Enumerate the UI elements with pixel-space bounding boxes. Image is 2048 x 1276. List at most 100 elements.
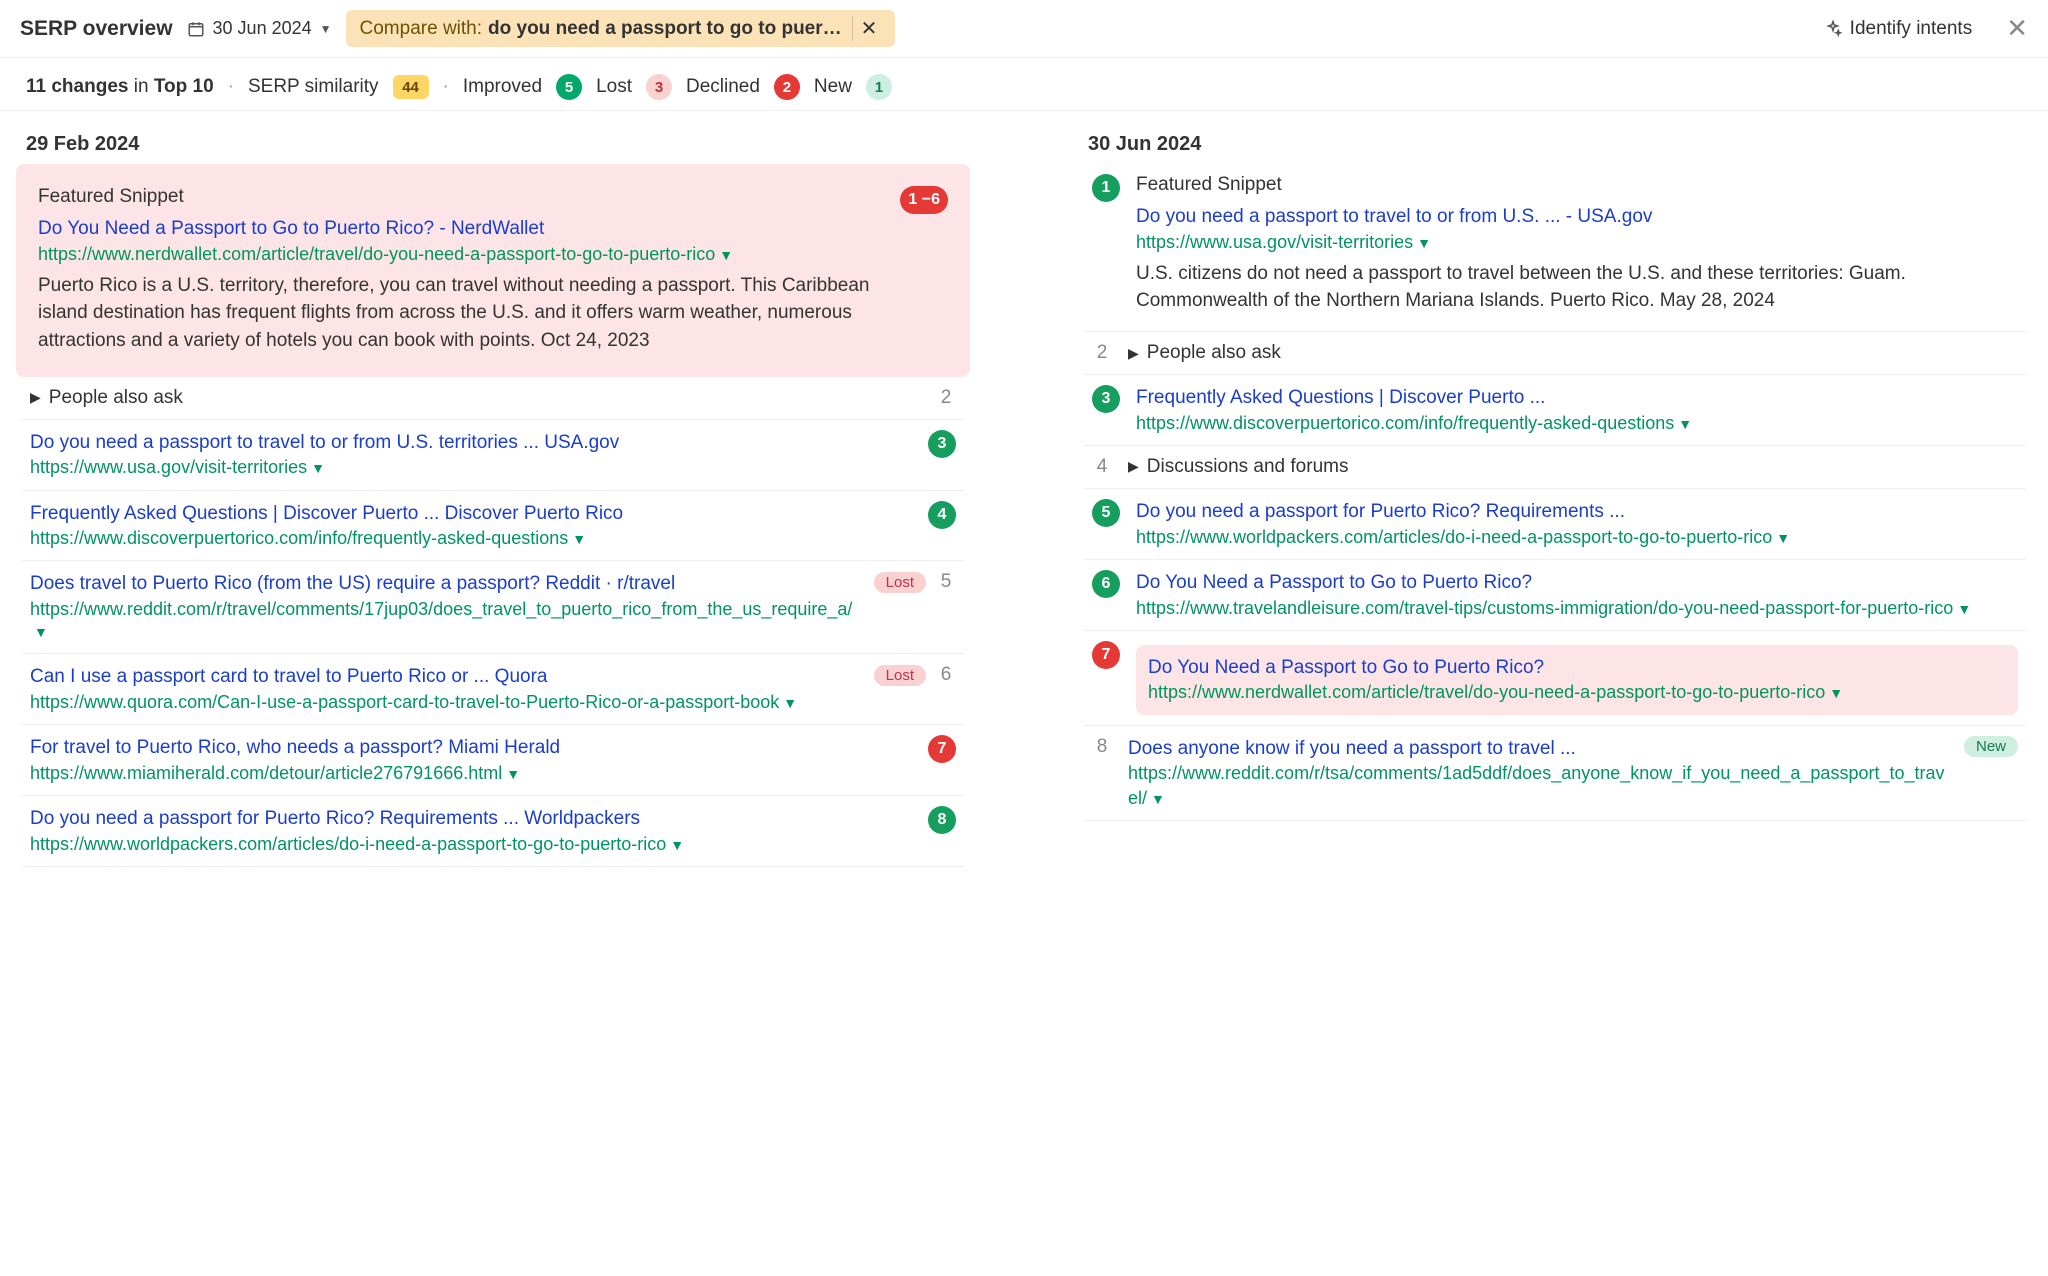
top-bar: SERP overview 30 Jun 2024 ▼ Compare with… bbox=[0, 0, 2048, 58]
result-title[interactable]: Frequently Asked Questions | Discover Pu… bbox=[1136, 385, 2018, 411]
result-url[interactable]: https://www.discoverpuertorico.com/info/… bbox=[30, 528, 568, 548]
new-chip: New bbox=[1964, 736, 2018, 757]
expand-icon[interactable]: ▶ bbox=[1128, 458, 1139, 475]
result-title[interactable]: Do you need a passport for Puerto Rico? … bbox=[30, 806, 912, 832]
comparison-columns: 29 Feb 2024 Featured Snippet Do You Need… bbox=[0, 111, 2048, 907]
result-url[interactable]: https://www.worldpackers.com/articles/do… bbox=[1136, 527, 1772, 547]
declined-label: Declined bbox=[686, 76, 760, 98]
improved-label: Improved bbox=[463, 76, 542, 98]
right-paa-row: 2 ▶ People also ask bbox=[1084, 332, 2026, 375]
result-url[interactable]: https://www.reddit.com/r/travel/comments… bbox=[30, 599, 852, 619]
position-bubble: 8 bbox=[928, 806, 956, 834]
chevron-down-icon[interactable]: ▼ bbox=[1678, 416, 1692, 432]
position-number: 6 bbox=[936, 664, 956, 686]
position-bubble: 6 bbox=[1092, 570, 1120, 598]
result-url[interactable]: https://www.usa.gov/visit-territories bbox=[30, 457, 307, 477]
expand-icon[interactable]: ▶ bbox=[30, 389, 41, 406]
right-column: 30 Jun 2024 1 Featured Snippet Do you ne… bbox=[1084, 121, 2026, 867]
left-paa-row: ▶ People also ask 2 bbox=[22, 377, 964, 420]
stats-bar: 11 changes in Top 10 · SERP similarity 4… bbox=[0, 58, 2048, 111]
left-column: 29 Feb 2024 Featured Snippet Do You Need… bbox=[22, 121, 964, 867]
paa-label[interactable]: People also ask bbox=[1147, 342, 1281, 364]
result-title[interactable]: Does anyone know if you need a passport … bbox=[1128, 736, 1954, 762]
position-number: 5 bbox=[936, 571, 956, 593]
chevron-down-icon[interactable]: ▼ bbox=[1417, 235, 1431, 251]
result-url[interactable]: https://www.travelandleisure.com/travel-… bbox=[1136, 598, 1953, 618]
expand-icon[interactable]: ▶ bbox=[1128, 345, 1139, 362]
paa-label[interactable]: People also ask bbox=[49, 387, 183, 409]
compare-pill[interactable]: Compare with: do you need a passport to … bbox=[346, 10, 896, 47]
result-url[interactable]: https://www.discoverpuertorico.com/info/… bbox=[1136, 413, 1674, 433]
position-number: 8 bbox=[1092, 736, 1112, 758]
result-title[interactable]: Does travel to Puerto Rico (from the US)… bbox=[30, 571, 858, 597]
compare-query: do you need a passport to go to puer… bbox=[488, 18, 842, 40]
serp-similarity-badge: 44 bbox=[393, 75, 429, 99]
result-title[interactable]: Do You Need a Passport to Go to Puerto R… bbox=[1148, 655, 2006, 681]
result-title[interactable]: Can I use a passport card to travel to P… bbox=[30, 664, 858, 690]
result-title[interactable]: For travel to Puerto Rico, who needs a p… bbox=[30, 735, 912, 761]
chevron-down-icon[interactable]: ▼ bbox=[572, 531, 586, 547]
chevron-down-icon[interactable]: ▼ bbox=[1151, 791, 1165, 807]
chevron-down-icon[interactable]: ▼ bbox=[670, 837, 684, 853]
chevron-down-icon[interactable]: ▼ bbox=[783, 695, 797, 711]
result-title[interactable]: Do you need a passport to travel to or f… bbox=[1136, 204, 2018, 230]
improved-badge: 5 bbox=[556, 74, 582, 100]
position-bubble: 5 bbox=[1092, 499, 1120, 527]
result-title[interactable]: Do you need a passport for Puerto Rico? … bbox=[1136, 499, 2018, 525]
lost-chip: Lost bbox=[874, 572, 926, 593]
chevron-down-icon[interactable]: ▼ bbox=[1957, 601, 1971, 617]
result-title[interactable]: Frequently Asked Questions | Discover Pu… bbox=[30, 501, 912, 527]
chevron-down-icon[interactable]: ▼ bbox=[506, 766, 520, 782]
position-number: 2 bbox=[1092, 342, 1112, 364]
right-date-header: 30 Jun 2024 bbox=[1088, 133, 2026, 156]
lost-label: Lost bbox=[596, 76, 632, 98]
position-bubble: 3 bbox=[1092, 385, 1120, 413]
position-bubble: 4 bbox=[928, 501, 956, 529]
sparkle-icon bbox=[1824, 20, 1842, 38]
result-url[interactable]: https://www.worldpackers.com/articles/do… bbox=[30, 834, 666, 854]
left-result-4: Frequently Asked Questions | Discover Pu… bbox=[22, 491, 964, 562]
calendar-icon bbox=[187, 20, 205, 38]
chevron-down-icon: ▼ bbox=[320, 22, 332, 36]
left-result-5: Does travel to Puerto Rico (from the US)… bbox=[22, 561, 964, 654]
chevron-down-icon[interactable]: ▼ bbox=[1829, 685, 1843, 701]
result-title[interactable]: Do You Need a Passport to Go to Puerto R… bbox=[38, 216, 884, 242]
chevron-down-icon[interactable]: ▼ bbox=[1776, 530, 1790, 546]
position-bubble: 7 bbox=[1092, 641, 1120, 669]
close-icon[interactable]: ✕ bbox=[852, 16, 886, 41]
changes-summary: 11 changes in Top 10 bbox=[26, 76, 214, 98]
chevron-down-icon[interactable]: ▼ bbox=[719, 247, 733, 263]
right-result-7: 7 Do You Need a Passport to Go to Puerto… bbox=[1084, 631, 2026, 725]
result-url[interactable]: https://www.miamiherald.com/detour/artic… bbox=[30, 763, 502, 783]
left-result-8: Do you need a passport for Puerto Rico? … bbox=[22, 796, 964, 867]
left-featured-snippet: Featured Snippet Do You Need a Passport … bbox=[16, 164, 970, 377]
result-url[interactable]: https://www.nerdwallet.com/article/trave… bbox=[1148, 682, 1825, 702]
lost-badge: 3 bbox=[646, 74, 672, 100]
position-bubble: 7 bbox=[928, 735, 956, 763]
separator: · bbox=[228, 76, 234, 98]
page-title: SERP overview bbox=[20, 17, 173, 41]
chevron-down-icon[interactable]: ▼ bbox=[34, 624, 48, 640]
right-result-5: 5 Do you need a passport for Puerto Rico… bbox=[1084, 489, 2026, 560]
right-result-6: 6 Do You Need a Passport to Go to Puerto… bbox=[1084, 560, 2026, 631]
discussions-label[interactable]: Discussions and forums bbox=[1147, 456, 1349, 478]
result-url[interactable]: https://www.quora.com/Can-I-use-a-passpo… bbox=[30, 692, 779, 712]
result-url[interactable]: https://www.nerdwallet.com/article/trave… bbox=[38, 244, 715, 264]
identify-intents-label: Identify intents bbox=[1850, 18, 1973, 40]
result-title[interactable]: Do You Need a Passport to Go to Puerto R… bbox=[1136, 570, 2018, 596]
result-url[interactable]: https://www.reddit.com/r/tsa/comments/1a… bbox=[1128, 763, 1945, 807]
close-panel-icon[interactable]: ✕ bbox=[2006, 13, 2028, 44]
new-badge: 1 bbox=[866, 74, 892, 100]
position-bubble: 1 bbox=[1092, 174, 1120, 202]
right-result-3: 3 Frequently Asked Questions | Discover … bbox=[1084, 375, 2026, 446]
date-picker[interactable]: 30 Jun 2024 ▼ bbox=[187, 18, 332, 39]
result-url[interactable]: https://www.usa.gov/visit-territories bbox=[1136, 232, 1413, 252]
identify-intents-button[interactable]: Identify intents bbox=[1824, 18, 1973, 40]
separator: · bbox=[443, 76, 449, 98]
result-snippet: U.S. citizens do not need a passport to … bbox=[1136, 260, 2018, 315]
right-discussions-row: 4 ▶ Discussions and forums bbox=[1084, 446, 2026, 489]
chevron-down-icon[interactable]: ▼ bbox=[311, 460, 325, 476]
position-number: 2 bbox=[936, 387, 956, 409]
declined-badge: 2 bbox=[774, 74, 800, 100]
result-title[interactable]: Do you need a passport to travel to or f… bbox=[30, 430, 912, 456]
